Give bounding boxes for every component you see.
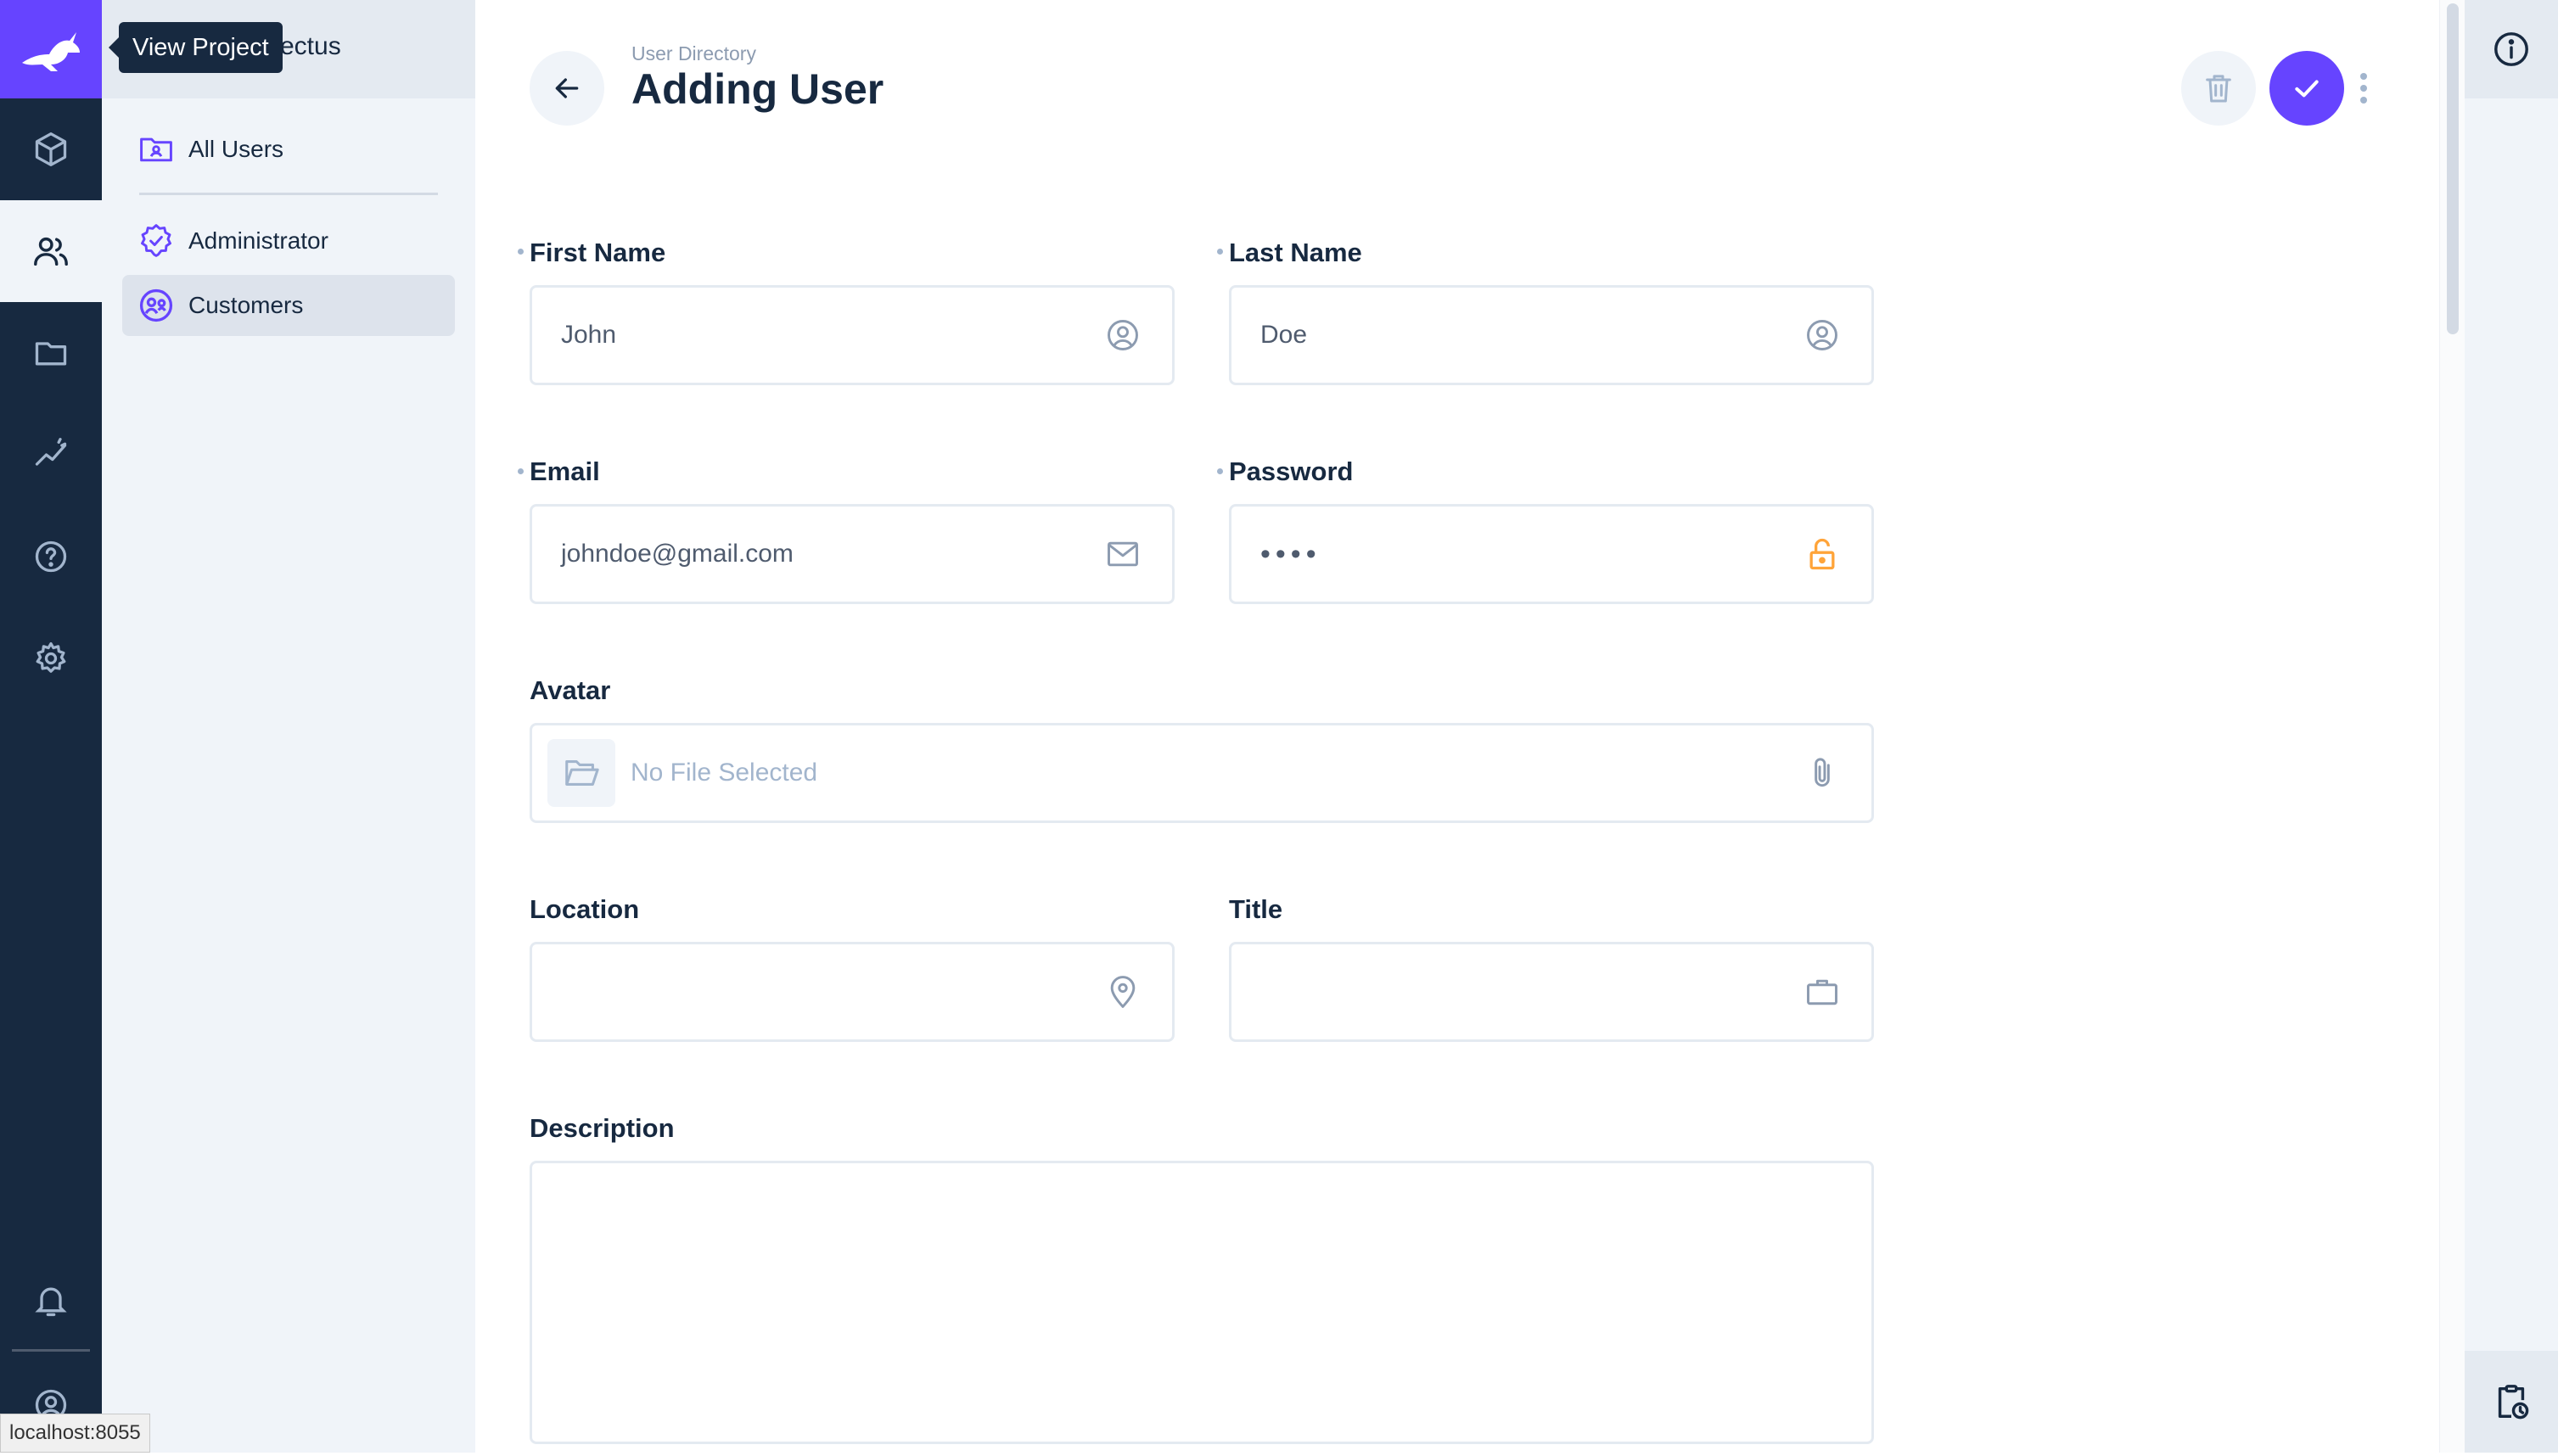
bell-icon <box>35 1287 67 1317</box>
password-label: Password <box>1229 456 1354 486</box>
verified-badge-icon <box>137 222 175 260</box>
module-help[interactable] <box>0 506 102 608</box>
required-indicator <box>518 468 524 474</box>
required-indicator <box>1217 468 1223 474</box>
required-indicator <box>1217 249 1223 255</box>
nav-item-all-users[interactable]: All Users <box>122 119 455 180</box>
last-name-label: Last Name <box>1229 238 1362 267</box>
page-title: Adding User <box>631 65 884 113</box>
title-field[interactable] <box>1229 942 1874 1042</box>
back-button[interactable] <box>530 51 604 126</box>
lock-open-icon[interactable] <box>1802 534 1843 574</box>
activity-button[interactable] <box>2465 1351 2558 1453</box>
project-name: ectus <box>280 32 341 60</box>
sidebar-right <box>2465 0 2558 1453</box>
folder-icon <box>35 342 67 366</box>
info-icon <box>2494 32 2528 66</box>
briefcase-icon <box>1802 972 1843 1012</box>
first-name-field[interactable]: John <box>530 285 1175 385</box>
title-label: Title <box>1229 894 1283 924</box>
location-pin-icon <box>1102 972 1143 1012</box>
last-name-value: Doe <box>1260 321 1308 349</box>
module-content[interactable] <box>0 98 102 200</box>
description-textarea[interactable] <box>530 1161 1874 1444</box>
location-label: Location <box>530 894 640 924</box>
view-project-tooltip: View Project <box>109 22 283 73</box>
module-insights[interactable] <box>0 404 102 506</box>
email-field[interactable]: johndoe@gmail.com <box>530 504 1175 604</box>
module-users[interactable] <box>0 200 102 302</box>
folder-user-icon <box>137 131 175 168</box>
last-name-field[interactable]: Doe <box>1229 285 1874 385</box>
help-circle-icon <box>35 540 67 573</box>
rabbit-logo-icon <box>22 32 80 71</box>
more-options-button[interactable] <box>2351 63 2376 114</box>
folder-open-icon <box>547 739 615 807</box>
password-value: •••• <box>1260 537 1321 570</box>
avatar-label: Avatar <box>530 675 611 705</box>
navigation-pane: ectus All Users Administrator Customers <box>102 0 475 1453</box>
nav-divider <box>139 193 438 195</box>
password-field[interactable]: •••• <box>1229 504 1874 604</box>
supervised-user-circle-icon <box>137 287 175 324</box>
module-files[interactable] <box>0 302 102 404</box>
email-value: johndoe@gmail.com <box>561 540 794 568</box>
gear-icon <box>36 641 66 673</box>
nav-item-label: All Users <box>188 136 284 162</box>
required-indicator <box>518 249 524 255</box>
avatar-file-field[interactable]: No File Selected <box>530 723 1874 823</box>
paperclip-icon[interactable] <box>1802 753 1843 793</box>
more-vertical-icon <box>2360 73 2367 104</box>
box-icon <box>35 132 67 166</box>
trash-icon <box>2206 75 2231 103</box>
first-name-label: First Name <box>530 238 666 267</box>
email-label: Email <box>530 456 600 486</box>
main-scrollbar[interactable] <box>2439 0 2465 1453</box>
link-status-bar: localhost:8055 <box>0 1414 150 1453</box>
breadcrumb[interactable]: User Directory <box>631 42 756 65</box>
nav-item-customers[interactable]: Customers <box>122 275 455 336</box>
info-button[interactable] <box>2465 0 2558 98</box>
clipboard-clock-icon <box>2498 1385 2529 1420</box>
module-bar <box>0 0 102 1453</box>
nav-item-label: Customers <box>188 292 304 318</box>
insights-icon <box>35 438 67 466</box>
user-circle-icon <box>1802 315 1843 356</box>
description-label: Description <box>530 1113 675 1143</box>
check-icon <box>2295 80 2319 98</box>
arrow-left-icon <box>555 78 579 98</box>
nav-item-administrator[interactable]: Administrator <box>122 210 455 272</box>
first-name-value: John <box>561 321 617 349</box>
location-field[interactable] <box>530 942 1175 1042</box>
nav-item-label: Administrator <box>188 227 328 254</box>
module-settings[interactable] <box>0 608 102 709</box>
users-icon <box>34 237 68 266</box>
save-button[interactable] <box>2269 51 2344 126</box>
project-logo[interactable] <box>0 0 102 98</box>
user-circle-icon <box>1102 315 1143 356</box>
delete-button[interactable] <box>2181 51 2256 126</box>
avatar-value: No File Selected <box>631 759 818 787</box>
notifications-button[interactable] <box>0 1249 102 1351</box>
scrollbar-thumb[interactable] <box>2447 3 2459 334</box>
rail-divider <box>12 1349 90 1352</box>
mail-icon <box>1102 534 1143 574</box>
